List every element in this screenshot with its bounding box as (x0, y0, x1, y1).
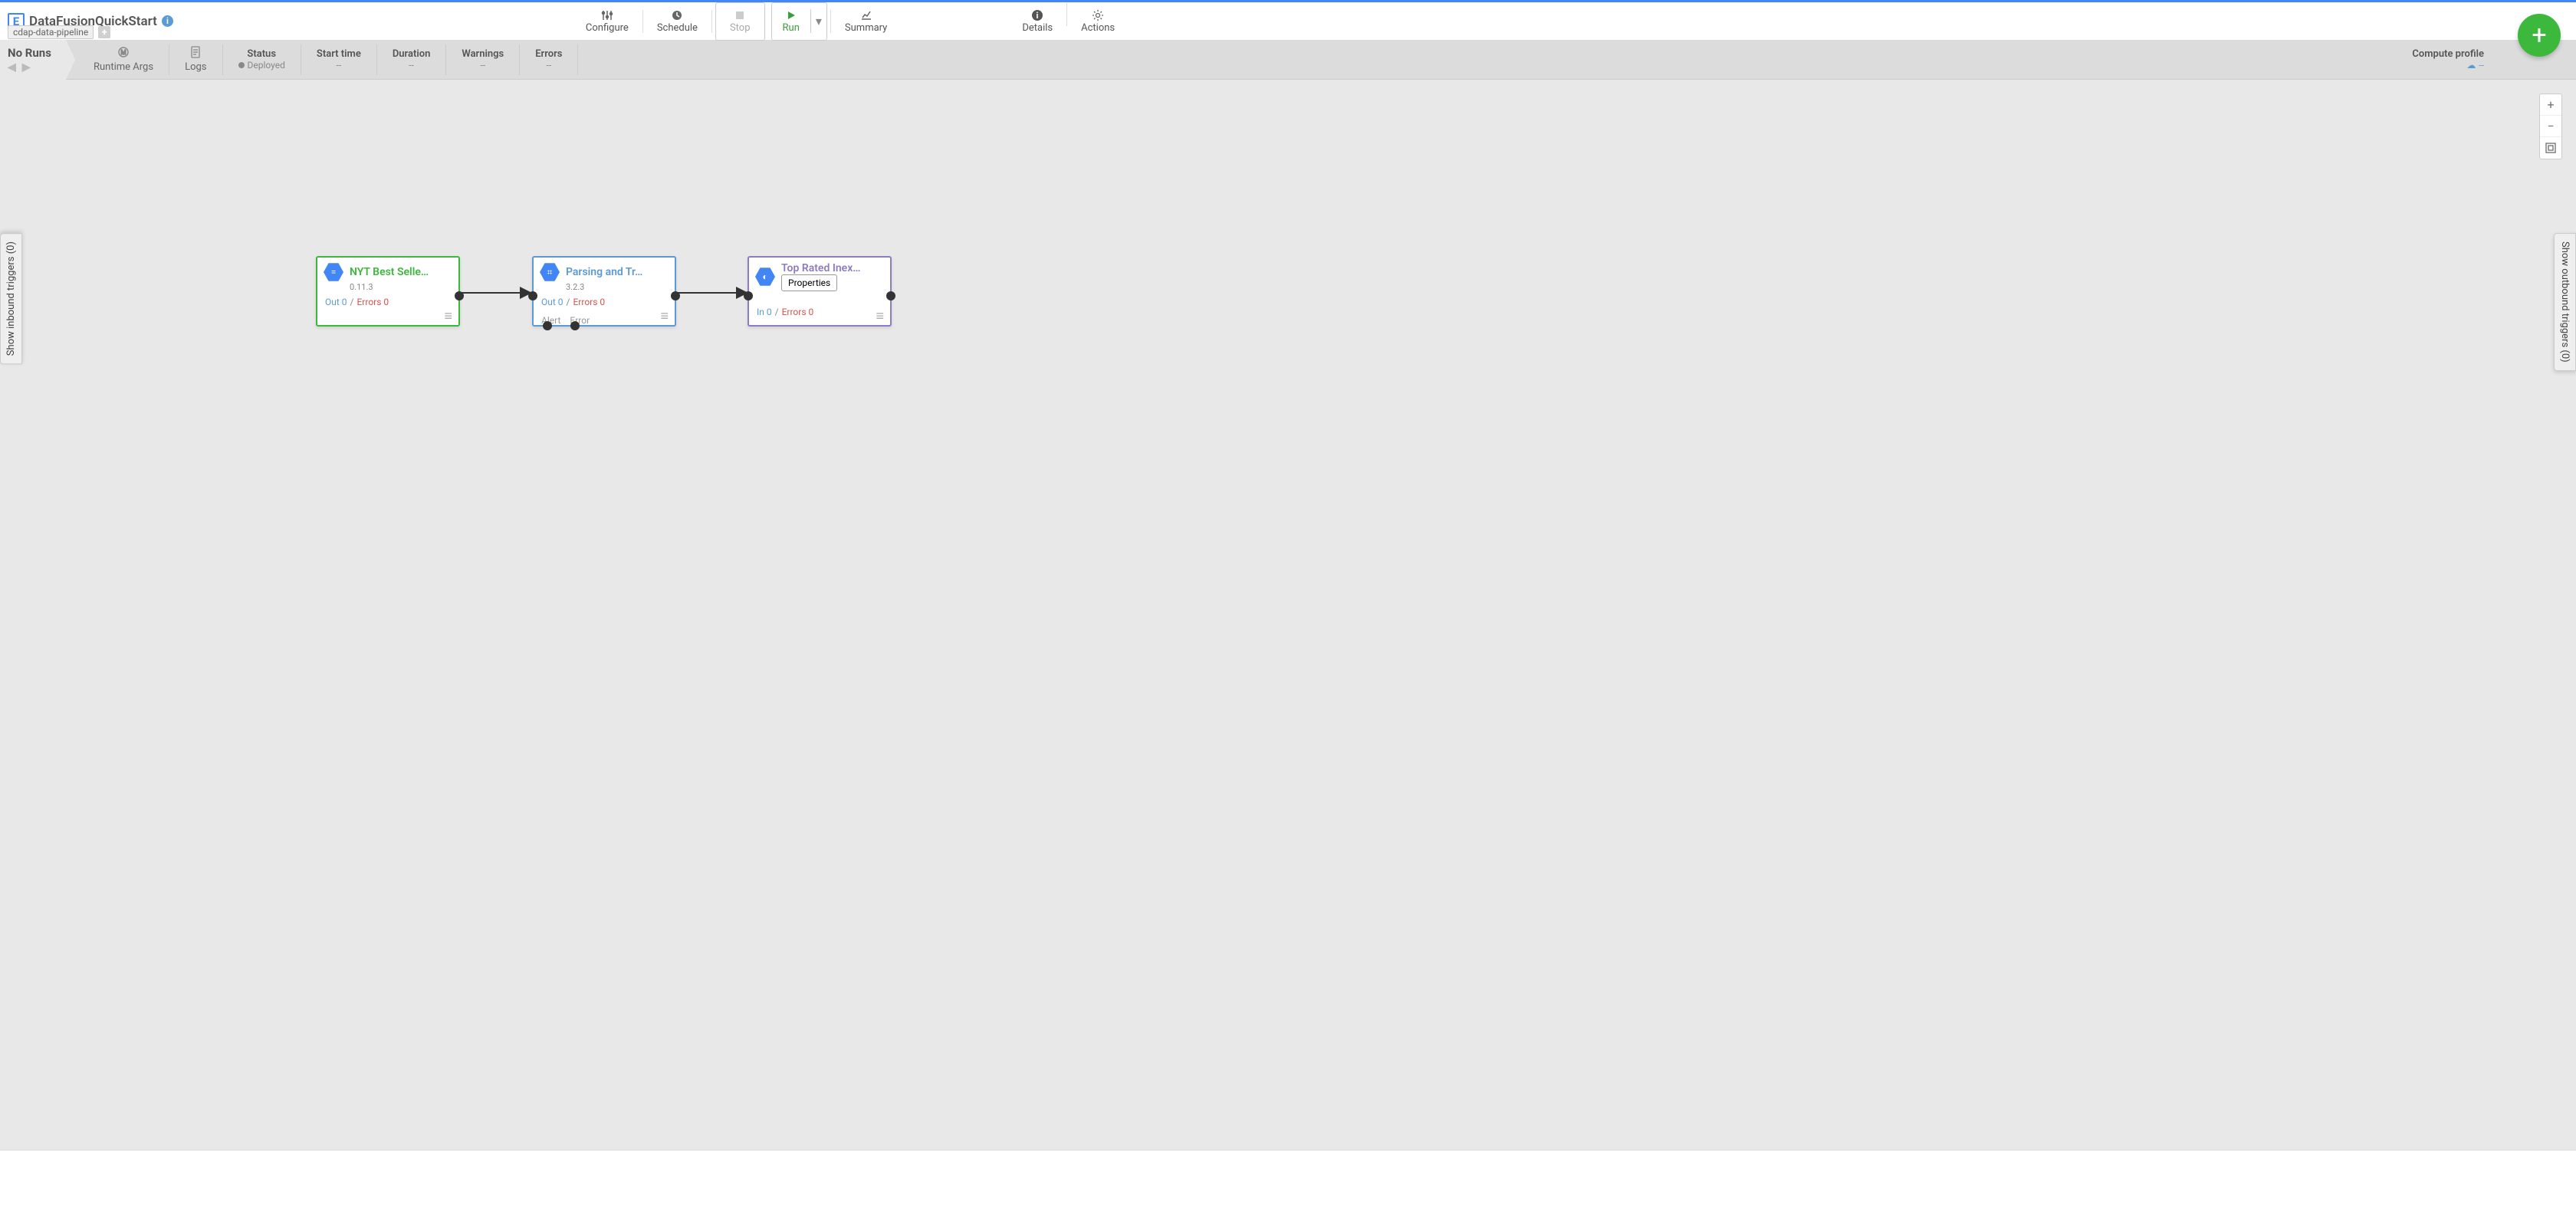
node-2-out: Out 0 (541, 297, 564, 307)
errors-cell: Errors -- (520, 44, 578, 75)
prev-run-button[interactable]: ◀ (8, 61, 16, 74)
svg-text:M: M (121, 49, 127, 56)
node-1-out: Out 0 (325, 297, 347, 307)
run-dropdown[interactable]: ▾ (810, 9, 826, 33)
zoom-controls: + − (2539, 94, 2562, 159)
details-button[interactable]: i Details (1008, 3, 1066, 40)
gear-icon (1092, 8, 1104, 22)
outbound-triggers-tab[interactable]: Show outbound triggers (0) (2554, 233, 2576, 371)
configure-label: Configure (586, 22, 629, 34)
compute-value: -- (2479, 60, 2484, 71)
clock-icon (671, 8, 683, 22)
chart-icon (860, 8, 872, 22)
node-1-out-port[interactable] (455, 291, 464, 300)
compute-label: Compute profile (2412, 48, 2484, 60)
compute-profile[interactable]: Compute profile ☁-- (2412, 48, 2484, 71)
start-time-cell: Start time -- (301, 44, 377, 75)
node-1-title: NYT Best Selle… (350, 266, 452, 278)
stop-icon (734, 8, 745, 22)
logs-button[interactable]: Logs (169, 44, 222, 75)
pipeline-canvas[interactable]: + − Show inbound triggers (0) Show outbo… (0, 80, 2576, 1205)
schedule-button[interactable]: Schedule (643, 3, 711, 40)
node-3-properties-button[interactable]: Properties (781, 274, 837, 291)
inbound-triggers-tab[interactable]: Show inbound triggers (0) (0, 233, 22, 364)
details-label: Details (1022, 22, 1053, 34)
info-icon[interactable]: i (162, 15, 173, 27)
zoom-in-button[interactable]: + (2540, 94, 2561, 116)
wrangler-icon: ⌗ (540, 262, 560, 282)
warnings-cell: Warnings -- (446, 44, 520, 75)
add-fab-button[interactable]: + (2518, 14, 2561, 57)
document-icon (190, 46, 201, 61)
summary-label: Summary (845, 22, 887, 34)
node-2-in-port[interactable] (528, 291, 537, 300)
status-label: Status (247, 48, 276, 60)
fit-screen-button[interactable] (2540, 137, 2561, 159)
node-3-in-port[interactable] (744, 291, 753, 300)
play-icon (786, 8, 797, 22)
add-tag-button[interactable]: + (98, 26, 110, 38)
bigquery-icon: ◐ (755, 267, 775, 287)
duration-cell: Duration -- (377, 44, 447, 75)
node-2-menu-icon[interactable]: ≡ (660, 313, 669, 320)
schedule-label: Schedule (657, 22, 698, 34)
next-run-button[interactable]: ▶ (22, 61, 31, 74)
node-3-errors: Errors 0 (782, 307, 814, 317)
node-2-error-port[interactable] (570, 321, 580, 330)
sliders-icon (601, 8, 613, 22)
runtime-args-label: Runtime Args (94, 61, 153, 73)
stop-label: Stop (730, 22, 751, 34)
summary-button[interactable]: Summary (831, 3, 901, 40)
node-transform[interactable]: ⌗ Parsing and Tr… 3.2.3 Out 0 / Errors 0… (532, 256, 676, 327)
actions-button[interactable]: Actions (1067, 3, 1129, 40)
top-toolbar: E DataFusionQuickStart i cdap-data-pipel… (0, 0, 2576, 40)
zoom-out-button[interactable]: − (2540, 116, 2561, 137)
node-2-title: Parsing and Tr… (566, 266, 669, 278)
status-value: Deployed (248, 60, 285, 71)
status-cell: Status Deployed (223, 44, 301, 75)
svg-text:i: i (1037, 11, 1039, 21)
status-dot-icon (238, 62, 245, 68)
node-1-errors: Errors 0 (356, 297, 389, 307)
actions-label: Actions (1081, 22, 1115, 34)
node-3-menu-icon[interactable]: ≡ (876, 313, 884, 320)
pipeline-type-tag[interactable]: cdap-data-pipeline (8, 25, 94, 39)
gcs-icon: = (324, 262, 343, 282)
node-3-title: Top Rated Inex… (781, 262, 884, 274)
args-icon: M (117, 46, 130, 61)
node-2-out-port[interactable] (671, 291, 680, 300)
no-runs-label: No Runs (8, 46, 58, 60)
logs-label: Logs (185, 61, 206, 73)
info-circle-icon: i (1031, 8, 1043, 22)
stop-button[interactable]: Stop (716, 3, 764, 40)
configure-button[interactable]: Configure (572, 3, 642, 40)
node-3-out-port[interactable] (886, 291, 895, 300)
run-label: Run (783, 22, 800, 34)
runtime-args-button[interactable]: M Runtime Args (78, 44, 169, 75)
node-2-errors: Errors 0 (573, 297, 605, 307)
runs-navigator: No Runs ◀ ▶ (0, 40, 66, 80)
node-3-in: In 0 (757, 307, 772, 317)
node-2-alert-port[interactable] (543, 321, 552, 330)
cloud-icon: ☁ (2466, 60, 2476, 71)
node-sink[interactable]: ◐ Top Rated Inex… Properties In 0 / Erro… (748, 256, 892, 327)
node-1-menu-icon[interactable]: ≡ (444, 313, 452, 320)
run-button[interactable]: Run (772, 3, 810, 40)
status-bar: No Runs ◀ ▶ M Runtime Args Logs Status D… (0, 40, 2576, 80)
bottom-panel (0, 1150, 2576, 1205)
node-2-version: 3.2.3 (534, 282, 675, 292)
node-source[interactable]: = NYT Best Selle… 0.11.3 Out 0 / Errors … (316, 256, 460, 327)
node-1-version: 0.11.3 (317, 282, 458, 292)
